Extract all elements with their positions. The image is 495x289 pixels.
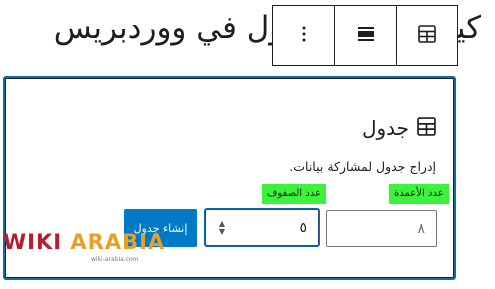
columns-input[interactable]: ٨	[326, 210, 437, 247]
stepper-down-icon[interactable]: ▼	[219, 227, 225, 236]
rows-value: ٥	[299, 219, 307, 236]
align-center-icon	[357, 26, 374, 45]
columns-label: عدد الأعمدة	[389, 184, 449, 204]
number-stepper[interactable]: ▲ ▼	[216, 218, 228, 238]
block-label: جدول	[362, 116, 436, 140]
block-instructions: إدراج جدول لمشاركة بيانات.	[289, 159, 436, 174]
vertical-ellipsis-icon	[302, 26, 306, 46]
table-icon	[417, 116, 436, 140]
block-type-button[interactable]	[397, 6, 457, 65]
columns-value: ٨	[417, 220, 425, 237]
block-title: جدول	[361, 116, 409, 140]
watermark-part1: WIKI	[3, 230, 63, 254]
more-options-button[interactable]	[273, 6, 335, 65]
rows-input[interactable]: ٥ ▲ ▼	[205, 209, 319, 246]
rows-label: عدد الصفوف	[262, 184, 326, 204]
table-icon	[418, 24, 436, 47]
align-button[interactable]	[335, 6, 397, 65]
block-toolbar	[272, 5, 458, 66]
watermark-logo: WIKI ARABIA wiki-arabia.com	[3, 230, 166, 263]
watermark-part2: ARABIA	[70, 230, 166, 254]
watermark-tagline: wiki-arabia.com	[91, 256, 139, 263]
